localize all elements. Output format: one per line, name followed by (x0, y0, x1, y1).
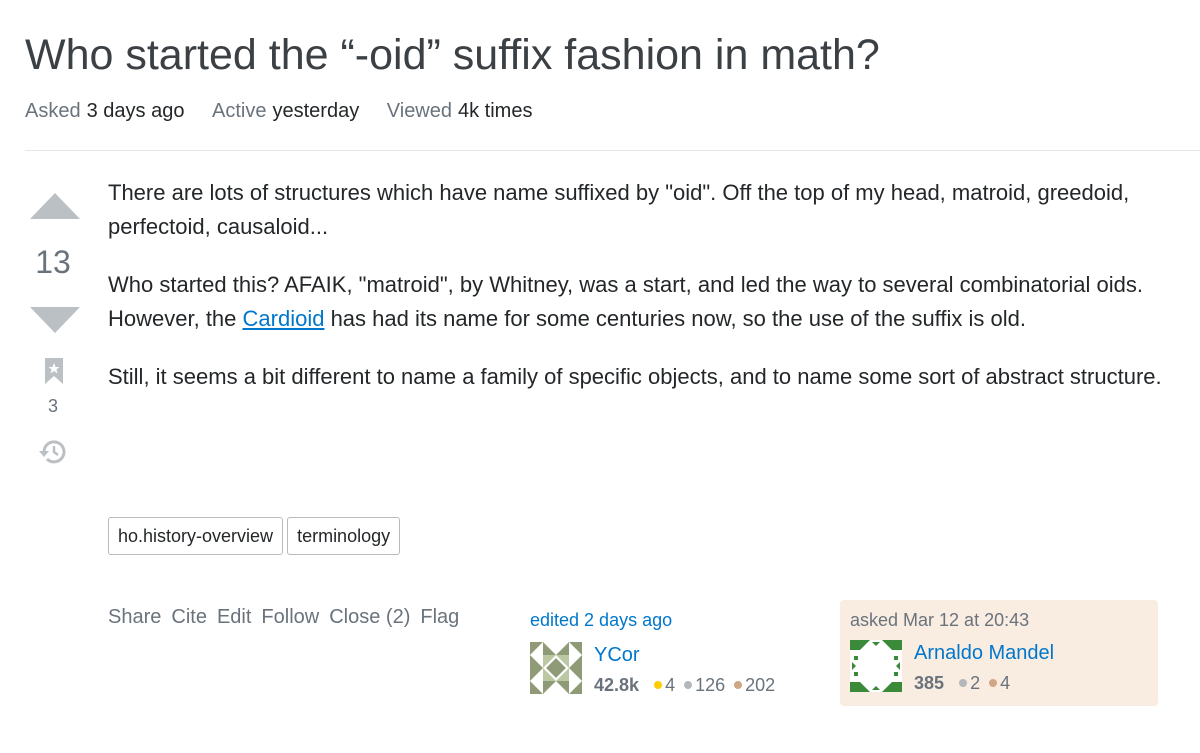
post-actions: Share Cite Edit Follow Close (2) Flag (108, 604, 469, 630)
editor-avatar-icon[interactable] (530, 642, 582, 694)
owner-avatar-icon[interactable] (850, 640, 902, 692)
meta-viewed-value: 4k times (458, 100, 533, 122)
owner-silver-count: 2 (970, 673, 981, 693)
meta-viewed-label: Viewed (386, 100, 452, 122)
editor-name-link[interactable]: YCor (594, 642, 640, 668)
editor-bronze-count: 202 (745, 675, 776, 695)
editor-gold-count: 4 (665, 675, 676, 695)
question-title[interactable]: Who started the “-oid” suffix fashion in… (25, 28, 880, 82)
title-divider (25, 150, 1200, 151)
downvote-button[interactable] (30, 306, 80, 339)
follow-link[interactable]: Follow (261, 604, 319, 630)
share-link[interactable]: Share (108, 604, 161, 630)
bronze-badge-icon (734, 681, 743, 690)
silver-badge-icon (959, 679, 968, 688)
cite-link[interactable]: Cite (171, 604, 207, 630)
editor-silver-count: 126 (695, 675, 726, 695)
meta-asked-value[interactable]: 3 days ago (87, 100, 185, 122)
tag-history-overview[interactable]: ho.history-overview (108, 517, 284, 555)
owner-bronze-count: 4 (1000, 673, 1011, 693)
owner-name-link[interactable]: Arnaldo Mandel (914, 640, 1054, 666)
bronze-badge-icon (989, 679, 998, 688)
downvote-arrow-icon (30, 307, 80, 333)
question-meta: Asked 3 days ago Active yesterday Viewed 4k… (25, 98, 554, 124)
edited-timestamp-link[interactable]: edited 2 days ago (530, 608, 820, 632)
question-page: Who started the “-oid” suffix fashion in… (0, 0, 1200, 753)
post-body: There are lots of structures which have … (108, 176, 1178, 418)
meta-asked: Asked 3 days ago (25, 100, 190, 122)
gold-badge-icon (654, 681, 663, 690)
editor-reputation: 42.8k (594, 675, 640, 695)
flag-link[interactable]: Flag (420, 604, 459, 630)
post-paragraph-1: There are lots of structures which have … (108, 180, 1130, 239)
timeline-button[interactable] (38, 438, 68, 471)
editor-card: edited 2 days ago YCor 42.8k 4 126 202 (530, 608, 820, 698)
owner-reputation: 385 (914, 673, 945, 693)
owner-user: Arnaldo Mandel 385 2 4 (850, 640, 1158, 696)
editor-user: YCor 42.8k 4 126 202 (530, 642, 820, 698)
bookmark-icon (45, 358, 63, 384)
asked-timestamp: asked Mar 12 at 20:43 (850, 610, 1030, 630)
meta-active-value[interactable]: yesterday (272, 100, 359, 122)
bookmark-button[interactable] (44, 358, 64, 389)
meta-asked-label: Asked (25, 100, 81, 122)
silver-badge-icon (684, 681, 693, 690)
history-icon (39, 440, 66, 464)
post-paragraph-2: Who started this? AFAIK, "matroid", by W… (108, 268, 1178, 336)
cardioid-link[interactable]: Cardioid (243, 306, 325, 331)
vote-count: 13 (35, 244, 71, 280)
meta-active: Active yesterday (212, 100, 365, 122)
tag-list: ho.history-overview terminology (108, 517, 401, 555)
bookmark-count: 3 (47, 396, 58, 416)
editor-stats: 42.8k 4 126 202 (594, 674, 775, 696)
close-link[interactable]: Close (2) (329, 604, 410, 630)
meta-active-label: Active (212, 100, 267, 122)
owner-stats: 385 2 4 (914, 672, 1010, 694)
meta-viewed: Viewed 4k times (387, 100, 533, 122)
post-paragraph-3: Still, it seems a bit different to name … (108, 364, 1162, 389)
post-paragraph-2-end: has had its name for some centuries now,… (324, 306, 1026, 331)
owner-card: asked Mar 12 at 20:43 Arnaldo Mandel 385 (840, 600, 1158, 706)
upvote-arrow-icon (30, 193, 80, 219)
edit-link[interactable]: Edit (217, 604, 251, 630)
tag-terminology[interactable]: terminology (287, 517, 401, 555)
upvote-button[interactable] (30, 192, 80, 225)
